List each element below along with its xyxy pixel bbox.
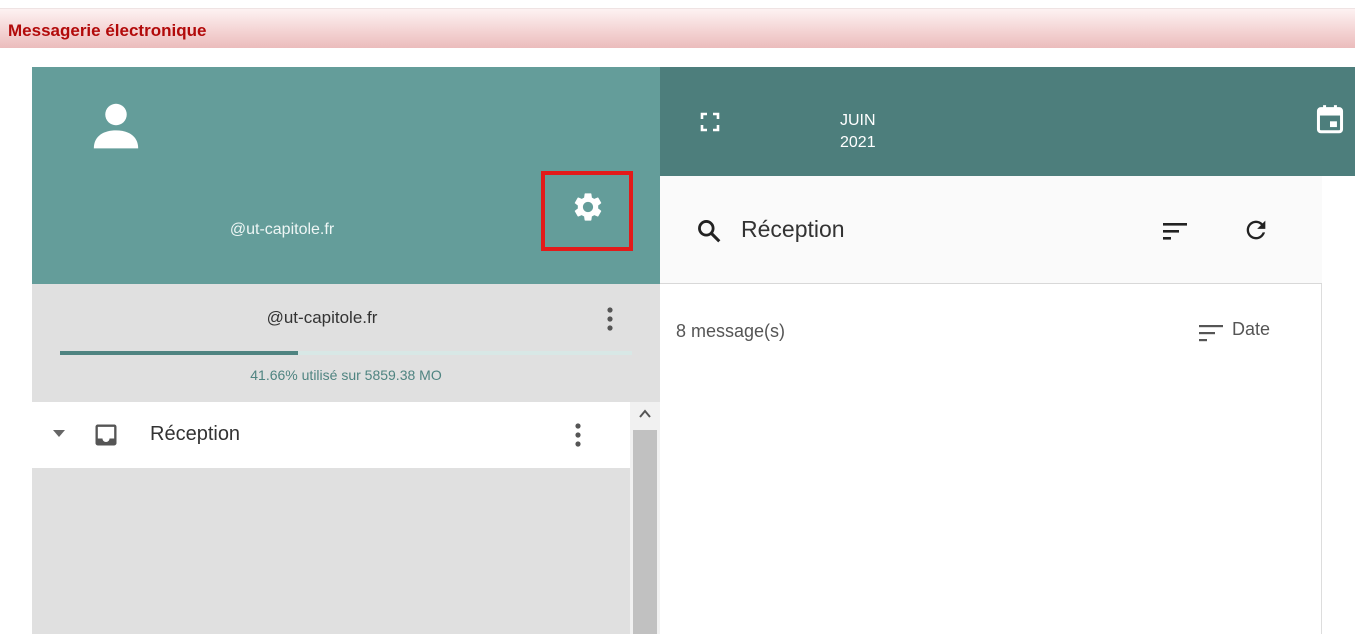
message-count: 8 message(s) bbox=[676, 321, 786, 341]
message-list-panel: Réception 8 message(s) Date bbox=[660, 176, 1322, 634]
refresh-icon[interactable] bbox=[1242, 216, 1270, 244]
sort-date-label: Date bbox=[1232, 319, 1271, 339]
folder-scrollbar[interactable] bbox=[630, 402, 660, 634]
message-toolbar: Réception bbox=[660, 176, 1322, 284]
settings-highlight-box bbox=[541, 171, 633, 251]
calendar-icon[interactable] bbox=[1316, 104, 1344, 134]
app-title-bar: Messagerie électronique bbox=[0, 8, 1355, 48]
search-icon[interactable] bbox=[696, 218, 722, 244]
mail-page: Messagerie électronique @ut-capitole.fr … bbox=[0, 0, 1355, 634]
person-icon bbox=[93, 103, 139, 149]
calendar-bar: JUIN 2021 bbox=[660, 67, 1355, 176]
folder-more-options-icon[interactable] bbox=[568, 420, 588, 450]
storage-progress-fill bbox=[60, 351, 299, 355]
storage-usage-text: 41.66% utilisé sur 5859.38 MO bbox=[250, 367, 442, 383]
mailbox-storage-panel: @ut-capitole.fr 41.66% utilisé sur 5859.… bbox=[32, 284, 660, 402]
inbox-icon bbox=[95, 424, 117, 446]
mailbox-email: @ut-capitole.fr bbox=[266, 308, 378, 327]
mailbox-more-options-icon[interactable] bbox=[600, 304, 620, 334]
folder-list: Réception bbox=[32, 402, 630, 634]
calendar-month: JUIN bbox=[840, 112, 876, 129]
sort-icon[interactable] bbox=[1162, 220, 1188, 242]
folder-item-reception[interactable]: Réception bbox=[32, 402, 630, 468]
right-edge-panel bbox=[1322, 176, 1355, 634]
account-header: @ut-capitole.fr bbox=[32, 67, 660, 284]
sort-icon bbox=[1199, 325, 1223, 342]
calendar-year: 2021 bbox=[840, 134, 876, 151]
folder-label: Réception bbox=[150, 423, 241, 445]
scrollbar-thumb[interactable] bbox=[633, 430, 657, 634]
caret-down-icon[interactable] bbox=[52, 429, 66, 439]
fullscreen-icon[interactable] bbox=[700, 112, 720, 132]
app-title: Messagerie électronique bbox=[8, 21, 207, 40]
storage-progress-bar bbox=[60, 351, 632, 355]
gear-icon[interactable] bbox=[571, 190, 605, 224]
account-email: @ut-capitole.fr bbox=[229, 221, 335, 238]
calendar-month-year: JUIN 2021 bbox=[840, 110, 876, 154]
current-folder-title: Réception bbox=[741, 216, 845, 242]
scroll-up-arrow-icon[interactable] bbox=[630, 402, 660, 428]
